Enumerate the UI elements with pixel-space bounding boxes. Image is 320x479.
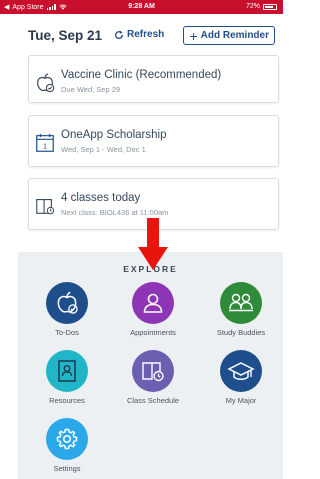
status-time: 9:28 AM bbox=[128, 3, 155, 10]
books-icon bbox=[36, 199, 55, 215]
gear-icon bbox=[56, 428, 78, 450]
person-icon bbox=[143, 293, 163, 313]
refresh-icon bbox=[115, 30, 124, 39]
page-title-date: Tue, Sep 21 bbox=[28, 28, 103, 43]
card-title: OneApp Scholarship bbox=[61, 129, 167, 141]
document-icon bbox=[58, 360, 76, 382]
card-oneapp-scholarship[interactable]: 1 OneApp Scholarship Wed, Sep 1 - Wed, D… bbox=[28, 115, 279, 167]
status-bar: ◀ App Store 9:28 AM 72% bbox=[0, 0, 283, 14]
settings-circle bbox=[46, 418, 88, 460]
tile-label: Appointments bbox=[130, 328, 176, 337]
annotation-arrow-icon bbox=[138, 218, 168, 270]
card-subtitle: Wed, Sep 1 - Wed, Dec 1 bbox=[61, 145, 146, 154]
tile-class-schedule[interactable]: Class Schedule bbox=[118, 350, 188, 405]
plus-icon: + bbox=[189, 27, 198, 44]
to-dos-circle bbox=[46, 282, 88, 324]
study-buddies-circle bbox=[220, 282, 262, 324]
appointments-circle bbox=[132, 282, 174, 324]
explore-section: EXPLORE To-Dos Appointments Study Buddie… bbox=[18, 252, 283, 479]
tile-label: Study Buddies bbox=[216, 328, 266, 337]
battery-icon bbox=[263, 3, 277, 10]
add-reminder-button[interactable]: + Add Reminder bbox=[183, 26, 275, 45]
tile-to-dos[interactable]: To-Dos bbox=[32, 282, 102, 337]
svg-text:1: 1 bbox=[43, 142, 47, 151]
add-reminder-label: Add Reminder bbox=[200, 30, 269, 41]
resources-circle bbox=[46, 350, 88, 392]
apple-check-icon bbox=[57, 291, 78, 314]
tile-my-major[interactable]: My Major bbox=[206, 350, 276, 405]
tile-label: Resources bbox=[49, 396, 85, 405]
refresh-label: Refresh bbox=[127, 29, 165, 40]
card-vaccine-clinic[interactable]: Vaccine Clinic (Recommended) Due Wed, Se… bbox=[28, 55, 279, 103]
tile-appointments[interactable]: Appointments bbox=[118, 282, 188, 337]
tile-label: Settings bbox=[53, 464, 81, 473]
tile-label: To-Dos bbox=[55, 328, 79, 337]
refresh-button[interactable]: Refresh bbox=[114, 29, 164, 40]
class-schedule-circle bbox=[132, 350, 174, 392]
graduation-cap-icon bbox=[227, 362, 255, 380]
battery-percent: 72% bbox=[245, 3, 260, 10]
card-title: 4 classes today bbox=[61, 192, 141, 204]
calendar-icon: 1 bbox=[36, 133, 54, 152]
tile-study-buddies[interactable]: Study Buddies bbox=[206, 282, 276, 337]
apple-check-icon bbox=[37, 73, 55, 93]
schedule-icon bbox=[142, 362, 164, 382]
card-subtitle: Next class: BIOL436 at 11:00am bbox=[61, 208, 169, 217]
card-title: Vaccine Clinic (Recommended) bbox=[61, 69, 222, 81]
tile-label: My Major bbox=[225, 396, 257, 405]
header: Tue, Sep 21 Refresh + Add Reminder bbox=[28, 26, 275, 46]
tile-settings[interactable]: Settings bbox=[32, 418, 102, 473]
people-icon bbox=[229, 293, 253, 312]
tile-label: Class Schedule bbox=[126, 396, 180, 405]
card-subtitle: Due Wed, Sep 29 bbox=[61, 85, 121, 94]
my-major-circle bbox=[220, 350, 262, 392]
tile-resources[interactable]: Resources bbox=[32, 350, 102, 405]
